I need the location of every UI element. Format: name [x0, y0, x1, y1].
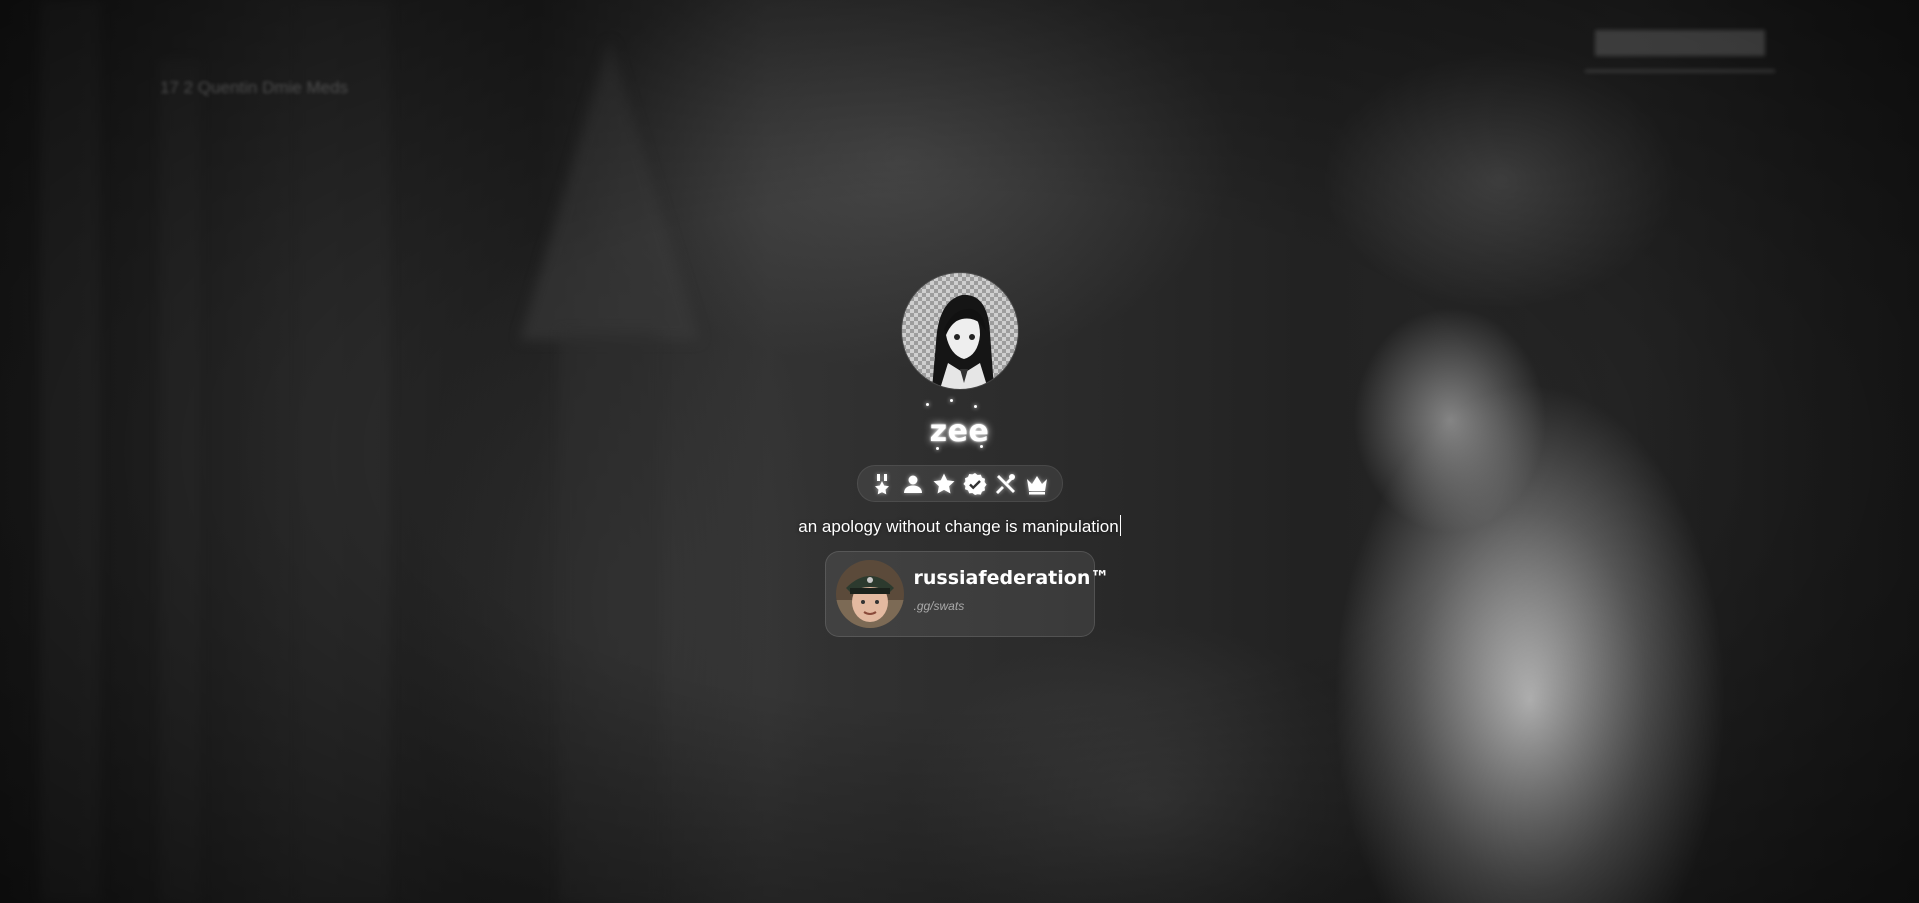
- background-lamp-shape: [1585, 0, 1775, 72]
- anime-girl-avatar-icon: [931, 294, 994, 389]
- background-corner-text: 17 2 Quentin Dmie Meds: [160, 78, 349, 97]
- crown-icon[interactable]: [1025, 471, 1050, 496]
- username-text: zee: [929, 414, 990, 449]
- medal-icon[interactable]: [870, 471, 895, 496]
- profile-bio: an apology without change is manipulatio…: [798, 515, 1121, 539]
- sparkle-icon: [935, 447, 939, 450]
- verified-icon[interactable]: [963, 471, 988, 496]
- sparkle-icon: [925, 403, 929, 406]
- profile-avatar: [901, 273, 1018, 389]
- sparkle-icon: [979, 445, 983, 448]
- profile-card: zee an apology without change is manipul…: [0, 273, 1919, 637]
- discord-presence-card[interactable]: russiafederation™ .gg/swats: [824, 551, 1109, 637]
- typing-caret: [1119, 515, 1121, 536]
- star-icon[interactable]: [932, 471, 957, 496]
- user-icon[interactable]: [901, 471, 926, 496]
- bio-text: an apology without change is manipulatio…: [798, 517, 1119, 536]
- sparkle-icon: [973, 405, 977, 408]
- page-background: 17 2 Quentin Dmie Meds zee an apology wi…: [0, 0, 1919, 903]
- discord-username: russiafederation™: [913, 567, 1110, 589]
- child-in-cap-avatar-icon: [835, 560, 904, 628]
- sparkle-icon: [949, 399, 953, 402]
- discord-info: russiafederation™ .gg/swats: [914, 565, 1110, 613]
- discord-status: .gg/swats: [913, 599, 965, 613]
- discord-avatar: [835, 560, 904, 628]
- profile-username: zee: [925, 399, 990, 453]
- tools-icon[interactable]: [994, 471, 1019, 496]
- badge-bar: [856, 465, 1063, 502]
